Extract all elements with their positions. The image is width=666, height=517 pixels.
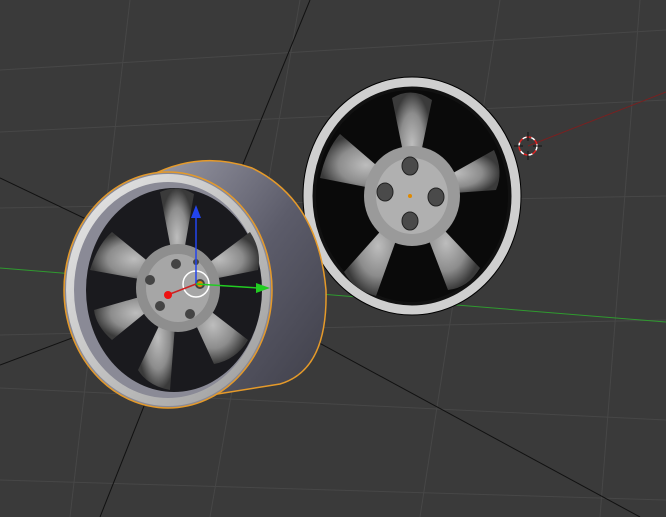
gizmo-y-handle: [164, 291, 172, 299]
3d-viewport[interactable]: [0, 0, 666, 517]
y-axis-line: [527, 91, 666, 147]
wheel-front[interactable]: [302, 76, 522, 316]
viewport-canvas[interactable]: [0, 0, 666, 517]
